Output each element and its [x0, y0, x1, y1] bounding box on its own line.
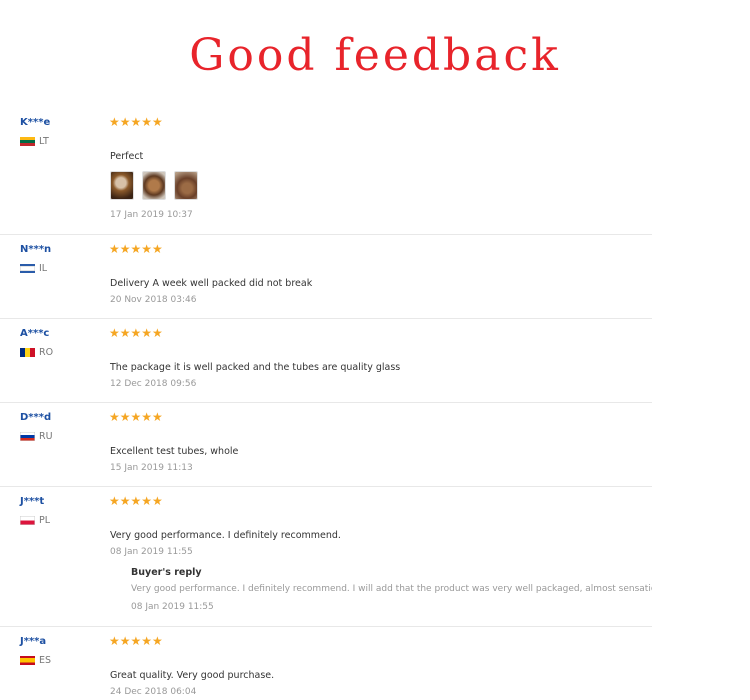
review-text: Very good performance. I definitely reco… — [110, 530, 341, 541]
review-item: N***n IL ★★★★★ Delivery A week well pack… — [0, 235, 652, 319]
review-text: Perfect — [110, 151, 144, 162]
flag-pl-icon — [20, 516, 35, 525]
reviewer-name: K***e — [20, 117, 51, 128]
review-date: 15 Jan 2019 11:13 — [110, 463, 193, 473]
reviewer-name: J***t — [20, 496, 45, 507]
flag-ro-icon — [20, 348, 35, 357]
reviewer-country: LT — [20, 136, 49, 147]
star-rating: ★★★★★ — [109, 242, 163, 256]
review-photos — [110, 171, 198, 200]
flag-il-icon — [20, 264, 35, 273]
review-text: The package it is well packed and the tu… — [110, 362, 401, 373]
flag-es-icon — [20, 656, 35, 665]
star-rating: ★★★★★ — [109, 326, 163, 340]
flag-ru-icon — [20, 432, 35, 441]
country-code: RO — [39, 347, 54, 358]
review-item: J***t PL ★★★★★ Very good performance. I … — [0, 487, 652, 627]
review-text: Great quality. Very good purchase. — [110, 670, 275, 681]
review-date: 24 Dec 2018 06:04 — [110, 687, 197, 697]
reviewer-country: PL — [20, 515, 50, 526]
review-text: Delivery A week well packed did not brea… — [110, 278, 313, 289]
review-item: J***a ES ★★★★★ Great quality. Very good … — [0, 627, 652, 700]
country-code: LT — [39, 136, 49, 147]
review-date: 20 Nov 2018 03:46 — [110, 295, 197, 305]
reviewer-country: ES — [20, 655, 51, 666]
country-code: RU — [39, 431, 53, 442]
review-date: 17 Jan 2019 10:37 — [110, 210, 193, 220]
reviewer-name: J***a — [20, 636, 47, 647]
star-rating: ★★★★★ — [109, 115, 163, 129]
country-code: ES — [39, 655, 52, 666]
star-rating: ★★★★★ — [109, 410, 163, 424]
review-date: 12 Dec 2018 09:56 — [110, 379, 197, 389]
review-date: 08 Jan 2019 11:55 — [110, 547, 193, 557]
reviewer-name: D***d — [20, 412, 52, 423]
review-photo-thumbnail[interactable] — [110, 171, 134, 200]
reviewer-country: RO — [20, 347, 53, 358]
review-photo-thumbnail[interactable] — [174, 171, 198, 200]
buyer-reply-date: 08 Jan 2019 11:55 — [131, 602, 214, 612]
buyer-reply-text: Very good performance. I definitely reco… — [131, 584, 652, 594]
country-code: PL — [39, 515, 51, 526]
flag-lt-icon — [20, 137, 35, 146]
review-text: Excellent test tubes, whole — [110, 446, 239, 457]
review-item: K***e LT ★★★★★ Perfect 17 Jan 2019 10:37 — [0, 110, 652, 235]
review-item: D***d RU ★★★★★ Excellent test tubes, who… — [0, 403, 652, 487]
page-title: Good feedback — [189, 30, 561, 81]
review-photo-thumbnail[interactable] — [142, 171, 166, 200]
star-rating: ★★★★★ — [109, 494, 163, 508]
country-code: IL — [39, 263, 48, 274]
reviewer-name: N***n — [20, 244, 52, 255]
review-item: A***c RO ★★★★★ The package it is well pa… — [0, 319, 652, 403]
reviewer-country: IL — [20, 263, 47, 274]
buyer-reply-title: Buyer's reply — [131, 567, 202, 578]
reviewer-country: RU — [20, 431, 53, 442]
star-rating: ★★★★★ — [109, 634, 163, 648]
reviewer-name: A***c — [20, 328, 50, 339]
